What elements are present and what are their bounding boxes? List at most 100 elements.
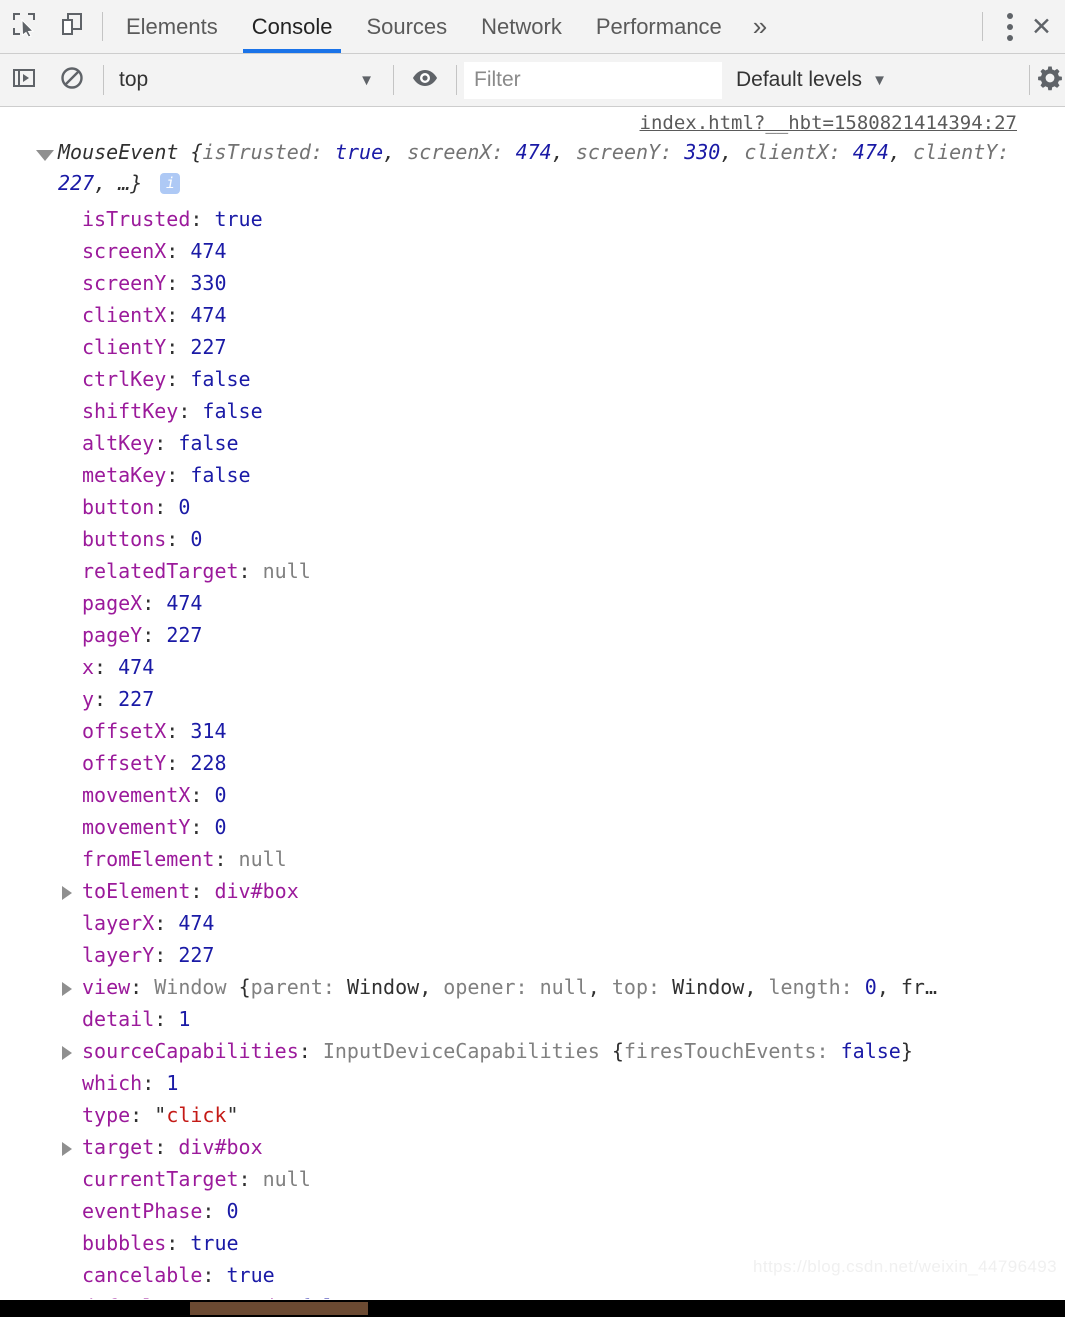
property-row[interactable]: sourceCapabilities: InputDeviceCapabilit… bbox=[0, 1035, 1065, 1067]
property-row: clientY: 227 bbox=[0, 331, 1065, 363]
preview-key: clientX: bbox=[744, 140, 853, 164]
tab-sources[interactable]: Sources bbox=[349, 0, 464, 53]
disclosure-triangle-collapsed-icon[interactable] bbox=[62, 886, 72, 900]
device-toolbar-button[interactable] bbox=[48, 0, 96, 53]
property-row: x: 474 bbox=[0, 651, 1065, 683]
disclosure-triangle-expanded-icon[interactable] bbox=[36, 150, 54, 161]
property-row: pageY: 227 bbox=[0, 619, 1065, 651]
clear-console-icon bbox=[59, 65, 85, 96]
preview-separator: , bbox=[744, 975, 769, 999]
property-row: movementX: 0 bbox=[0, 779, 1065, 811]
property-colon: : bbox=[142, 1071, 167, 1095]
close-devtools-button[interactable]: ✕ bbox=[1031, 0, 1065, 53]
tab-console[interactable]: Console bbox=[235, 0, 350, 53]
preview-value: 474 bbox=[852, 140, 889, 164]
preview-key: firesTouchEvents: bbox=[623, 1039, 841, 1063]
property-value: 0 bbox=[214, 783, 227, 807]
disclosure-triangle-collapsed-icon[interactable] bbox=[62, 1046, 72, 1060]
chevron-double-right-icon: » bbox=[752, 11, 768, 41]
console-sidebar-toggle-button[interactable] bbox=[0, 65, 48, 96]
create-live-expression-button[interactable] bbox=[401, 67, 449, 94]
execution-context-selector[interactable]: top ▼ bbox=[111, 68, 386, 92]
property-row: which: 1 bbox=[0, 1067, 1065, 1099]
horizontal-scrollbar-thumb[interactable] bbox=[190, 1302, 368, 1315]
property-name: screenY bbox=[82, 271, 167, 295]
property-colon: : bbox=[238, 559, 263, 583]
property-colon: : bbox=[166, 719, 191, 743]
preview-key: opener: bbox=[443, 975, 540, 999]
property-colon: : bbox=[130, 1103, 155, 1127]
tab-elements[interactable]: Elements bbox=[109, 0, 235, 53]
property-value: true bbox=[190, 1231, 239, 1255]
property-row: shiftKey: false bbox=[0, 395, 1065, 427]
property-brace-open: { bbox=[611, 1039, 624, 1063]
tabbar-spacer bbox=[781, 0, 976, 53]
property-row: relatedTarget: null bbox=[0, 555, 1065, 587]
filter-input[interactable]: Filter bbox=[464, 61, 722, 99]
preview-value: 227 bbox=[58, 171, 95, 195]
property-row: layerY: 227 bbox=[0, 939, 1065, 971]
more-options-button[interactable] bbox=[989, 0, 1031, 53]
info-badge: i bbox=[160, 173, 181, 194]
filter-placeholder: Filter bbox=[474, 68, 521, 91]
clear-console-button[interactable] bbox=[48, 65, 96, 96]
source-link[interactable]: index.html?__hbt=1580821414394:27 bbox=[640, 112, 1018, 134]
property-name: altKey bbox=[82, 431, 155, 455]
more-options-icon-dot bbox=[1007, 34, 1013, 41]
disclosure-triangle-collapsed-icon[interactable] bbox=[62, 982, 72, 996]
property-value: 227 bbox=[118, 687, 155, 711]
property-colon: : bbox=[202, 1263, 227, 1287]
property-value: null bbox=[238, 847, 287, 871]
property-value: 0 bbox=[226, 1199, 239, 1223]
message-preview-text: MouseEvent {isTrusted: true, screenX: 47… bbox=[58, 140, 1009, 195]
property-row[interactable]: toElement: div#box bbox=[0, 875, 1065, 907]
property-value: 0 bbox=[214, 815, 227, 839]
property-value: 0 bbox=[178, 495, 191, 519]
console-message-header[interactable]: MouseEvent {isTrusted: true, screenX: 47… bbox=[0, 137, 1065, 199]
horizontal-scrollbar-track[interactable] bbox=[0, 1300, 1065, 1317]
property-row: clientX: 474 bbox=[0, 299, 1065, 331]
property-colon: : bbox=[154, 1135, 179, 1159]
property-row[interactable]: target: div#box bbox=[0, 1131, 1065, 1163]
execution-context-label: top bbox=[119, 68, 149, 91]
property-row: type: "click" bbox=[0, 1099, 1065, 1131]
property-row: offsetY: 228 bbox=[0, 747, 1065, 779]
tab-network[interactable]: Network bbox=[464, 0, 579, 53]
console-toolbar-divider-2 bbox=[393, 65, 394, 95]
close-icon: ✕ bbox=[1031, 12, 1052, 41]
preview-separator: , bbox=[587, 975, 612, 999]
property-value: false bbox=[178, 431, 239, 455]
property-name: eventPhase bbox=[82, 1199, 203, 1223]
property-name: movementX bbox=[82, 783, 191, 807]
property-name: target bbox=[82, 1135, 155, 1159]
property-colon: : bbox=[142, 591, 167, 615]
inspect-element-button[interactable] bbox=[0, 0, 48, 53]
property-row[interactable]: view: Window {parent: Window, opener: nu… bbox=[0, 971, 1065, 1003]
property-name: movementY bbox=[82, 815, 191, 839]
more-options-icon-dot bbox=[1007, 12, 1013, 19]
property-colon: : bbox=[94, 687, 119, 711]
property-colon: : bbox=[154, 911, 179, 935]
property-name: isTrusted bbox=[82, 207, 191, 231]
tab-console-label: Console bbox=[251, 13, 333, 39]
property-value: false bbox=[190, 463, 251, 487]
console-toolbar: top ▼ Filter Default levels ▼ bbox=[0, 54, 1065, 107]
property-name: button bbox=[82, 495, 155, 519]
property-class-name: Window bbox=[154, 975, 239, 999]
log-levels-selector[interactable]: Default levels ▼ bbox=[722, 68, 901, 92]
property-name: relatedTarget bbox=[82, 559, 239, 583]
property-value: div#box bbox=[214, 879, 299, 903]
more-tabs-button[interactable]: » bbox=[739, 0, 781, 53]
property-name: metaKey bbox=[82, 463, 167, 487]
property-value: div#box bbox=[178, 1135, 263, 1159]
property-name: clientX bbox=[82, 303, 167, 327]
property-value: 0 bbox=[190, 527, 203, 551]
disclosure-triangle-collapsed-icon[interactable] bbox=[62, 1142, 72, 1156]
property-colon: : bbox=[166, 303, 191, 327]
toolbar-divider bbox=[102, 12, 103, 41]
console-settings-button[interactable] bbox=[1037, 65, 1065, 96]
console-sidebar-icon bbox=[11, 65, 37, 96]
eye-icon bbox=[411, 67, 439, 94]
preview-separator: , bbox=[720, 140, 745, 164]
tab-performance[interactable]: Performance bbox=[579, 0, 739, 53]
